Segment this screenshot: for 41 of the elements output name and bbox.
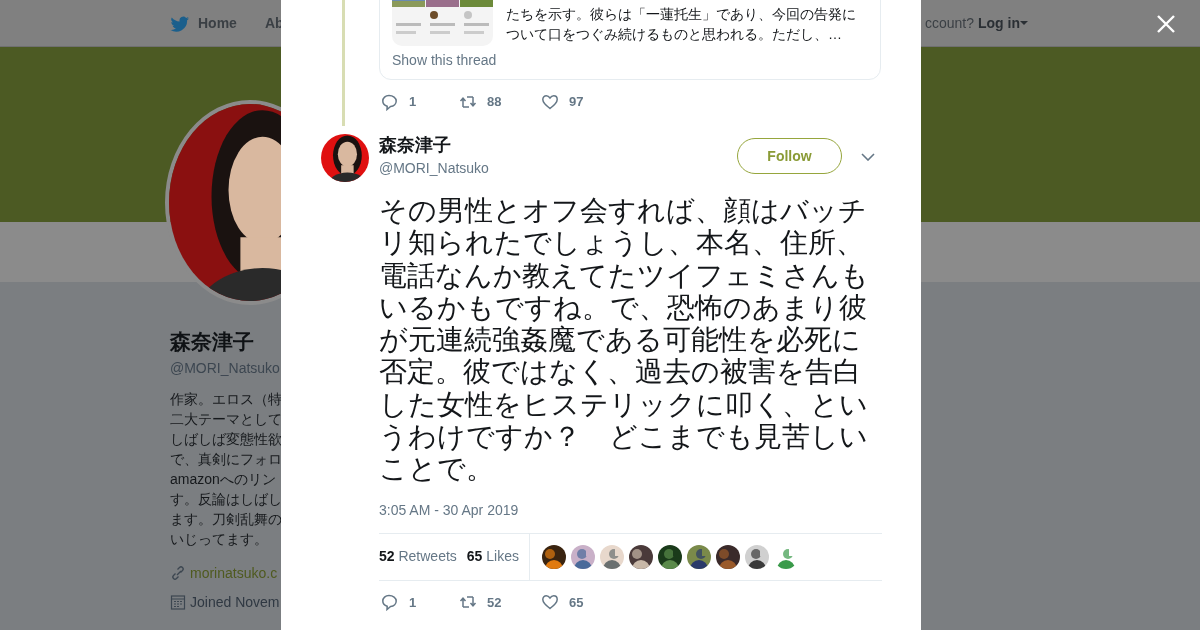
count-text: 88	[487, 93, 502, 111]
bio-text: す。反論はしばし	[170, 489, 282, 509]
quoted-text: ついて口をつぐみ続けるものと思われる。ただし、…	[506, 25, 843, 44]
heart-icon[interactable]	[541, 593, 559, 612]
like-stat[interactable]: 65 Likes	[466, 546, 519, 568]
reply-icon[interactable]	[381, 593, 399, 612]
bio-text: で、真剣にフォロ	[170, 449, 282, 469]
bio-text: しばしば変態性欲	[170, 429, 282, 449]
bio-text: いじってます。	[170, 529, 268, 549]
count-text: 65	[569, 593, 584, 612]
caret-icon[interactable]	[1020, 21, 1028, 25]
user-handle[interactable]: @MORI_Natsuko	[379, 158, 489, 179]
count-text: 97	[569, 93, 584, 111]
bio-text: 作家。エロス（特	[170, 389, 282, 409]
count-text: 1	[409, 593, 417, 612]
reply-icon[interactable]	[381, 92, 399, 111]
show-thread-link[interactable]: Show this thread	[392, 50, 497, 71]
joined-date: Joined Novem	[190, 592, 280, 612]
avatar-icon[interactable]	[321, 134, 369, 182]
quoted-text: たちを示す。彼らは「一蓮托生」であり、今回の告発に	[506, 5, 856, 24]
close-icon[interactable]	[1156, 14, 1176, 34]
tweet-timestamp: 3:05 AM - 30 Apr 2019	[379, 500, 520, 520]
follow-button[interactable]: Follow	[737, 138, 842, 174]
bio-text: amazonへのリン	[170, 469, 276, 489]
chevron-down-icon[interactable]	[861, 153, 875, 161]
nav-link[interactable]: Home	[198, 12, 237, 34]
tweet-text: その男性とオフ会すれば、顔はバッチリ知られたでしょうし、本名、住所、電話なんか教えてたツイフェミさんもいるかもですね。で、恐怖のあまり彼が元連続強姦魔である可能性を必死に否定。彼ではなく、過去の被害を告白した女性をヒステリックに叩く、というわけですか？ どこまでも見苦しいことで。	[379, 195, 870, 486]
profile-name: 森奈津子	[170, 329, 254, 355]
retweet-stat[interactable]: 52 Retweets	[379, 546, 457, 568]
bio-text: 二大テーマとして	[170, 409, 282, 429]
login-link[interactable]: Log in	[978, 12, 1020, 34]
count-text: 52	[487, 593, 502, 612]
user-name[interactable]: 森奈津子	[379, 134, 489, 156]
bio-text: ます。刀剣乱舞の	[170, 509, 282, 529]
calendar-icon	[170, 594, 186, 610]
profile-handle: @MORI_Natsuko	[170, 358, 280, 378]
count-text: 1	[409, 93, 417, 111]
heart-icon[interactable]	[541, 92, 559, 111]
login-prompt: ccount?	[924, 13, 974, 33]
quoted-tweet-card[interactable]: たちを示す。彼らは「一蓮托生」であり、今回の告発に ついて口をつぐみ続けるものと思われる。ただし、… Show this thread	[379, 0, 881, 80]
link-icon	[170, 565, 186, 581]
